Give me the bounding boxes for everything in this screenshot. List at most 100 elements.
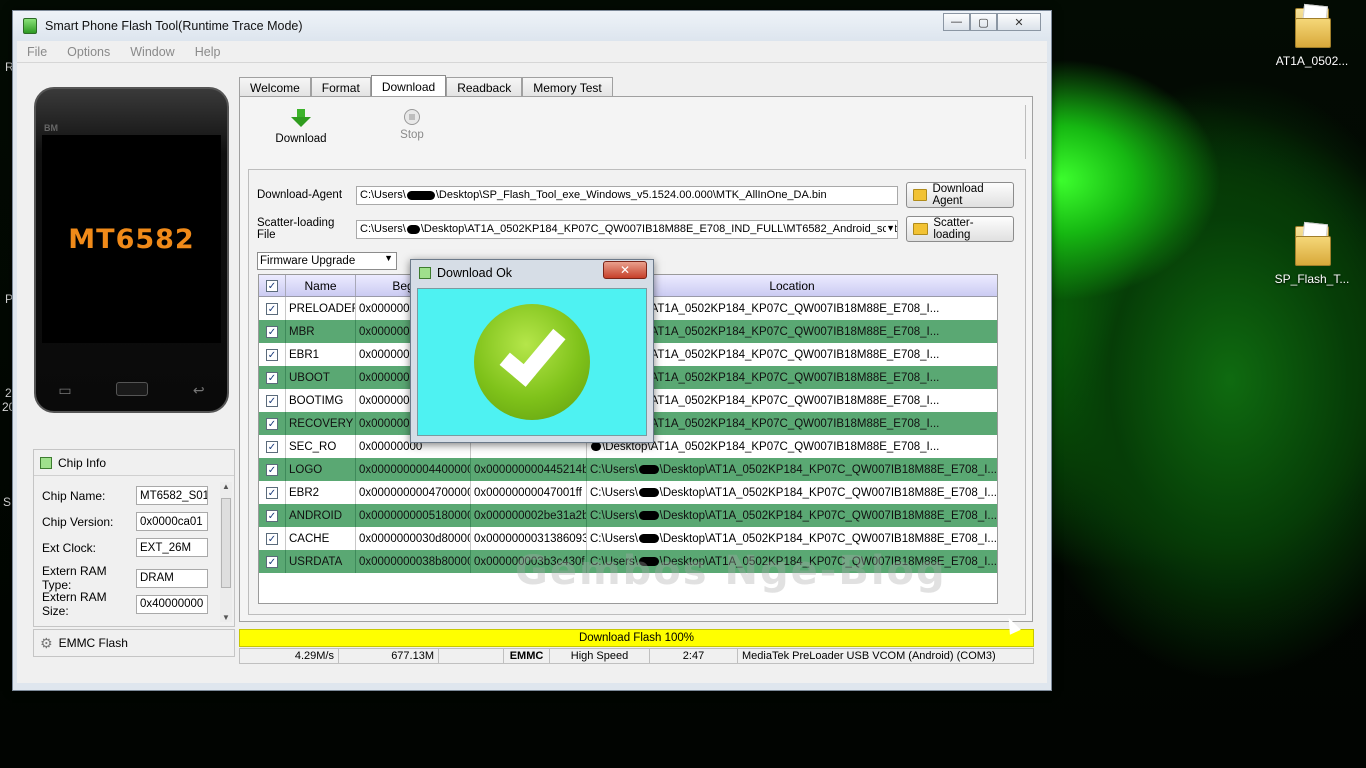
chip-info-header[interactable]: Chip Info (34, 450, 234, 476)
chip-name-field[interactable] (136, 486, 208, 505)
ram-type-field[interactable] (136, 568, 208, 588)
dialog-close-button[interactable]: ✕ (603, 261, 647, 279)
tab-download[interactable]: Download (370, 75, 447, 97)
menu-bar: File Options Window Help (17, 41, 1047, 63)
scatter-path-select[interactable]: C:\Users\ \Desktop\AT1A_0502KP184_KP07C_… (356, 219, 898, 239)
desktop-icon-label: AT1A_0502... (1275, 54, 1349, 68)
desktop-folder-icon[interactable]: SP_Flash_T... (1272, 226, 1352, 286)
tab-welcome[interactable]: Welcome (239, 77, 311, 97)
folder-icon (913, 223, 929, 235)
row-checkbox-cell[interactable]: ✓ (259, 458, 286, 481)
table-row[interactable]: ✓ LOGO 0x0000000004400000 0x000000000445214… (259, 458, 997, 481)
tab-memory-test[interactable]: Memory Test (522, 77, 613, 97)
begin-address: 0x0000000005180000 (356, 504, 471, 527)
row-checkbox[interactable]: ✓ (266, 417, 278, 430)
row-checkbox[interactable]: ✓ (266, 394, 278, 407)
location-path[interactable]: C:\Users\ \Desktop\AT1A_0502KP184_KP07C_Q… (587, 527, 997, 550)
chip-info-panel: Chip Info Chip Name: Chip Version: Ext C… (33, 449, 235, 627)
chip-version-field[interactable] (136, 512, 208, 531)
begin-address: 0x0000000030d80000 (356, 527, 471, 550)
dialog-title-bar[interactable]: Download Ok ✕ (411, 260, 653, 286)
ext-clock-field[interactable] (136, 538, 208, 557)
location-path[interactable]: C:\Users\ \Desktop\AT1A_0502KP184_KP07C_Q… (587, 458, 997, 481)
status-speed: 4.29M/s (239, 648, 339, 664)
chip-row: Chip Version: (42, 512, 208, 531)
app-icon (23, 18, 37, 34)
chip-field-label: Chip Name: (42, 488, 106, 503)
header-name[interactable]: Name (286, 275, 356, 296)
row-checkbox[interactable]: ✓ (266, 463, 278, 476)
watermark: Gembos Nge-Blog (515, 548, 947, 594)
emmc-flash-panel[interactable]: ⚙ EMMC Flash (33, 629, 235, 657)
table-row[interactable]: ✓ EBR2 0x0000000004700000 0x00000000047001f… (259, 481, 997, 504)
row-checkbox-cell[interactable]: ✓ (259, 435, 286, 458)
status-time: 2:47 (650, 648, 738, 664)
download-agent-button[interactable]: Download Agent (906, 182, 1014, 208)
partition-name: MBR (286, 320, 356, 343)
row-checkbox[interactable]: ✓ (266, 486, 278, 499)
row-checkbox-cell[interactable]: ✓ (259, 297, 286, 320)
row-checkbox-cell[interactable]: ✓ (259, 412, 286, 435)
download-button[interactable]: Download (271, 109, 331, 145)
stop-button[interactable]: Stop (382, 109, 442, 141)
table-row[interactable]: ✓ ANDROID 0x0000000005180000 0x000000002be3… (259, 504, 997, 527)
menu-options[interactable]: Options (67, 45, 110, 59)
download-mode-value: Firmware Upgrade (260, 255, 356, 267)
row-checkbox[interactable]: ✓ (266, 302, 278, 315)
ram-size-field[interactable] (136, 594, 208, 614)
chip-row: Extern RAM Type: (42, 564, 208, 592)
folder-icon (1295, 8, 1331, 48)
row-checkbox[interactable]: ✓ (266, 532, 278, 545)
status-size: 677.13M (339, 648, 439, 664)
minimize-button[interactable]: — (943, 13, 970, 31)
scatter-loading-button[interactable]: Scatter-loading (906, 216, 1014, 242)
select-all-header[interactable]: ✓ (259, 275, 286, 296)
partition-name: BOOTIMG (286, 389, 356, 412)
scroll-up-icon[interactable]: ▲ (222, 482, 230, 491)
row-checkbox-cell[interactable]: ✓ (259, 389, 286, 412)
tab-format[interactable]: Format (310, 77, 371, 97)
row-checkbox-cell[interactable]: ✓ (259, 550, 286, 573)
row-checkbox[interactable]: ✓ (266, 509, 278, 522)
scroll-thumb[interactable] (221, 498, 231, 588)
row-checkbox[interactable]: ✓ (266, 325, 278, 338)
redacted-username (591, 442, 601, 451)
location-path[interactable]: C:\Users\ \Desktop\AT1A_0502KP184_KP07C_Q… (587, 504, 997, 527)
maximize-button[interactable]: ▢ (970, 13, 997, 31)
chip-field-label: Chip Version: (42, 514, 114, 529)
row-checkbox-cell[interactable]: ✓ (259, 320, 286, 343)
status-blank (439, 648, 504, 664)
table-row[interactable]: ✓ CACHE 0x0000000030d80000 0x00000000313860… (259, 527, 997, 550)
row-checkbox-cell[interactable]: ✓ (259, 366, 286, 389)
location-path[interactable]: C:\Users\ \Desktop\AT1A_0502KP184_KP07C_Q… (587, 481, 997, 504)
tab-readback[interactable]: Readback (446, 77, 523, 97)
dialog-title: Download Ok (437, 266, 513, 280)
window-title: Smart Phone Flash Tool(Runtime Trace Mod… (45, 19, 303, 33)
folder-icon (913, 189, 928, 201)
begin-address: 0x0000000004700000 (356, 481, 471, 504)
menu-window[interactable]: Window (130, 45, 174, 59)
progress-text: Download Flash 100% (578, 632, 695, 644)
chevron-down-icon[interactable]: ▼ (886, 222, 895, 233)
row-checkbox-cell[interactable]: ✓ (259, 527, 286, 550)
row-checkbox-cell[interactable]: ✓ (259, 504, 286, 527)
download-mode-select[interactable]: Firmware Upgrade ▼ (257, 252, 397, 270)
row-checkbox-cell[interactable]: ✓ (259, 343, 286, 366)
chip-info-scrollbar[interactable]: ▲ ▼ (220, 482, 232, 622)
menu-file[interactable]: File (27, 45, 47, 59)
gear-icon: ⚙ (40, 634, 53, 651)
scroll-down-icon[interactable]: ▼ (222, 613, 230, 622)
row-checkbox[interactable]: ✓ (266, 440, 278, 453)
menu-help[interactable]: Help (195, 45, 221, 59)
row-checkbox[interactable]: ✓ (266, 371, 278, 384)
checkbox-checked-icon[interactable]: ✓ (266, 279, 278, 292)
download-agent-path[interactable]: C:\Users\ \Desktop\SP_Flash_Tool_exe_Win… (356, 185, 898, 205)
row-checkbox-cell[interactable]: ✓ (259, 481, 286, 504)
redacted-username (638, 465, 659, 474)
row-checkbox[interactable]: ✓ (266, 348, 278, 361)
row-checkbox[interactable]: ✓ (266, 555, 278, 568)
close-button[interactable]: ✕ (997, 13, 1041, 31)
title-bar[interactable]: Smart Phone Flash Tool(Runtime Trace Mod… (13, 11, 1051, 41)
desktop-folder-icon[interactable]: AT1A_0502... (1272, 8, 1352, 68)
partition-name: USRDATA (286, 550, 356, 573)
